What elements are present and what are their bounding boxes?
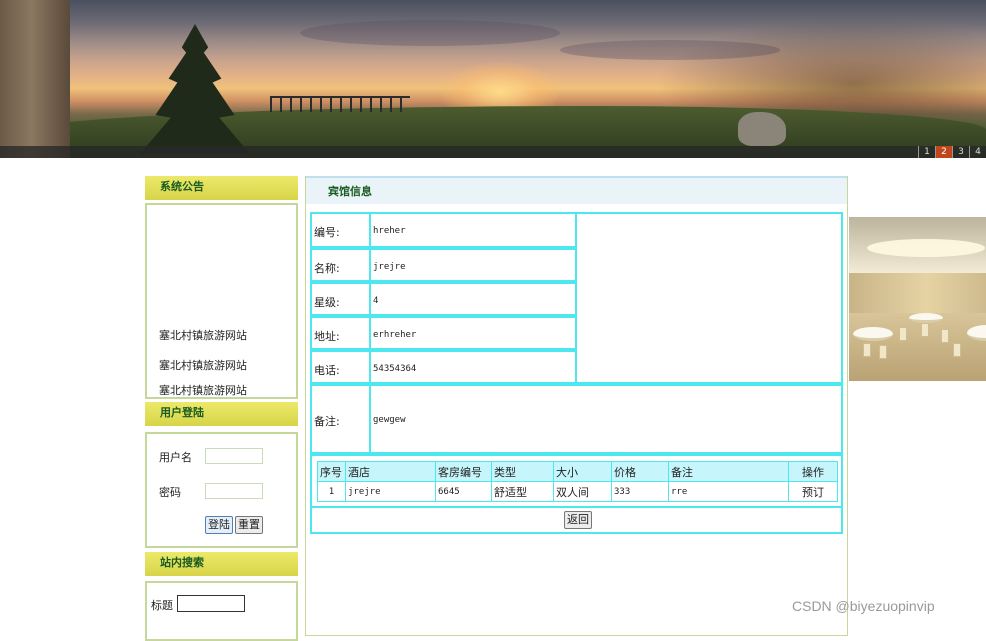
banner-caption-bar [0,146,986,158]
rooms-table-header: 序号 酒店 客房编号 类型 大小 价格 备注 操作 [317,461,838,482]
star-value-cell: 4 [369,282,577,316]
login-box: 用户名 密码 登陆 重置 [145,432,298,548]
rooms-section: 序号 酒店 客房编号 类型 大小 价格 备注 操作 1 jrejre 6645 … [310,454,843,508]
password-label: 密码 [159,486,181,499]
address-value: erhreher [373,330,417,340]
photo-cell [575,212,986,384]
name-value-cell: jrejre [369,248,577,282]
id-value-cell: hreher [369,212,577,248]
notice-title: 系统公告 [145,176,298,200]
phone-label: 电话: [314,364,340,377]
banner-page-1[interactable]: 1 [918,146,935,158]
sidebar: 系统公告 塞北村镇旅游网站 塞北村镇旅游网站 塞北村镇旅游网站 用户登陆 用户名… [145,176,298,641]
address-value-cell: erhreher [369,316,577,350]
address-label: 地址: [314,330,340,343]
remark-label-cell: 备注: [310,384,371,454]
login-button[interactable]: 登陆 [205,516,233,534]
row-room-no: 6645 [435,481,492,502]
notice-item[interactable]: 塞北村镇旅游网站 [159,327,247,343]
phone-value: 54354364 [373,364,417,374]
back-button[interactable]: 返回 [564,511,592,529]
remark-label: 备注: [314,415,340,428]
hotel-photo [849,217,986,381]
row-remark: rre [668,481,789,502]
phone-label-cell: 电话: [310,350,371,384]
hotel-info-panel: 宾馆信息 编号: 名称: 星级: 地址: 电话: hreher jrejre 4… [305,176,986,636]
banner-page-3[interactable]: 3 [952,146,969,158]
rooms-table: 序号 酒店 客房编号 类型 大小 价格 备注 操作 1 jrejre 6645 … [317,461,838,502]
row-index: 1 [317,481,346,502]
id-label-cell: 编号: [310,212,371,248]
rooms-col-remark: 备注 [668,461,789,482]
search-title: 站内搜索 [145,552,298,576]
name-value: jrejre [373,262,406,272]
name-label: 名称: [314,262,340,275]
banner-page-4[interactable]: 4 [969,146,986,158]
address-label-cell: 地址: [310,316,371,350]
remark-value-cell: gewgew [369,384,843,454]
notice-item[interactable]: 塞北村镇旅游网站 [159,357,247,373]
search-title-label: 标题 [151,599,173,612]
notice-box: 塞北村镇旅游网站 塞北村镇旅游网站 塞北村镇旅游网站 [145,203,298,399]
banner-fence [270,96,410,112]
book-link[interactable]: 预订 [788,481,838,502]
rooms-col-size: 大小 [553,461,612,482]
notice-item[interactable]: 塞北村镇旅游网站 [159,382,247,398]
rooms-col-index: 序号 [317,461,346,482]
banner-pager: 1 2 3 4 [918,146,986,158]
login-title: 用户登陆 [145,402,298,426]
row-price: 333 [611,481,669,502]
username-input[interactable] [205,448,263,464]
phone-value-cell: 54354364 [369,350,577,384]
back-row: 返回 [310,506,843,534]
star-value: 4 [373,296,379,306]
rooms-col-price: 价格 [611,461,669,482]
name-label-cell: 名称: [310,248,371,282]
row-hotel: jrejre [345,481,436,502]
rooms-col-type: 类型 [491,461,554,482]
id-value: hreher [373,226,406,236]
star-label-cell: 星级: [310,282,371,316]
search-box: 标题 [145,581,298,641]
banner-rock [0,0,70,158]
id-label: 编号: [314,226,340,239]
panel-title: 宾馆信息 [306,176,847,204]
row-size: 双人间 [553,481,612,502]
remark-value: gewgew [373,415,406,425]
password-input[interactable] [205,483,263,499]
star-label: 星级: [314,296,340,309]
banner-page-2[interactable]: 2 [935,146,952,158]
table-row: 1 jrejre 6645 舒适型 双人间 333 rre 预订 [317,481,838,502]
rooms-col-action: 操作 [788,461,838,482]
row-type: 舒适型 [491,481,554,502]
watermark: CSDN @biyezuopinvip [792,598,935,614]
rooms-col-room-no: 客房编号 [435,461,492,482]
rooms-col-hotel: 酒店 [345,461,436,482]
header-banner [0,0,986,158]
username-label: 用户名 [159,451,192,464]
reset-button[interactable]: 重置 [235,516,263,534]
search-input[interactable] [177,595,245,612]
